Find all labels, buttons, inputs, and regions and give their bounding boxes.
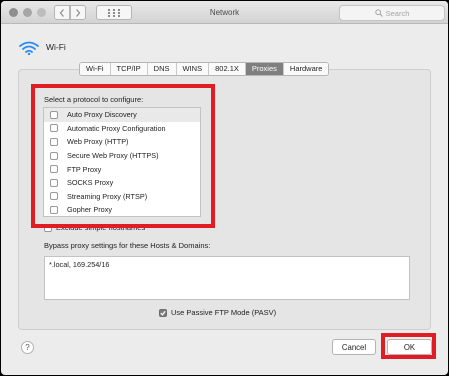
exclude-simple-hostnames-label: Exclude simple hostnames (56, 223, 146, 232)
bypass-hosts-field[interactable]: *.local, 169.254/16 (44, 256, 410, 300)
search-field[interactable]: Search (339, 5, 445, 21)
protocol-label: Streaming Proxy (RTSP) (67, 191, 148, 201)
tab-wins[interactable]: WINS (176, 63, 210, 75)
protocol-row-socks-proxy[interactable]: SOCKS Proxy (44, 176, 200, 190)
cancel-button[interactable]: Cancel (332, 339, 376, 355)
network-preferences-window: Network Search Wi-Fi Wi-Fi TCP/IP DNS WI… (1, 1, 448, 375)
protocol-checkbox[interactable] (50, 192, 58, 201)
exclude-simple-hostnames-checkbox[interactable] (44, 223, 52, 232)
protocol-row-web-proxy[interactable]: Web Proxy (HTTP) (44, 135, 200, 149)
protocol-row-streaming-proxy[interactable]: Streaming Proxy (RTSP) (44, 190, 200, 204)
bypass-label: Bypass proxy settings for these Hosts & … (44, 241, 211, 250)
tab-tcpip[interactable]: TCP/IP (110, 63, 148, 75)
protocol-label: SOCKS Proxy (67, 178, 114, 188)
tab-bar: Wi-Fi TCP/IP DNS WINS 802.1X Proxies Har… (79, 62, 330, 76)
ok-button[interactable]: OK (387, 339, 432, 355)
protocol-checkbox[interactable] (50, 137, 58, 146)
protocol-list-title: Select a protocol to configure: (44, 95, 144, 104)
tab-proxies[interactable]: Proxies (245, 63, 284, 75)
passive-ftp-option[interactable]: Use Passive FTP Mode (PASV) (159, 308, 276, 317)
wifi-icon (19, 41, 39, 55)
protocol-label: FTP Proxy (67, 164, 102, 174)
search-icon (374, 9, 383, 17)
protocol-checkbox[interactable] (50, 151, 58, 160)
protocol-checkbox[interactable] (50, 165, 58, 174)
tab-hardware[interactable]: Hardware (283, 63, 329, 75)
protocol-row-ftp-proxy[interactable]: FTP Proxy (44, 162, 200, 176)
protocol-list: Auto Proxy Discovery Automatic Proxy Con… (43, 107, 201, 217)
tab-dns[interactable]: DNS (147, 63, 177, 75)
interface-name: Wi-Fi (46, 42, 66, 52)
help-button[interactable]: ? (21, 341, 34, 354)
checkmark-icon (160, 310, 166, 316)
protocol-row-secure-web-proxy[interactable]: Secure Web Proxy (HTTPS) (44, 149, 200, 163)
protocol-row-automatic-proxy-configuration[interactable]: Automatic Proxy Configuration (44, 122, 200, 136)
title-bar: Network Search (1, 1, 448, 24)
protocol-label: Secure Web Proxy (HTTPS) (67, 151, 159, 161)
protocol-label: Gopher Proxy (67, 205, 113, 215)
protocol-checkbox[interactable] (50, 205, 58, 214)
protocol-label: Automatic Proxy Configuration (67, 123, 166, 133)
search-placeholder: Search (385, 8, 410, 18)
protocol-row-auto-proxy-discovery[interactable]: Auto Proxy Discovery (44, 108, 200, 122)
protocol-checkbox[interactable] (50, 124, 58, 133)
tab-wifi[interactable]: Wi-Fi (80, 63, 111, 75)
protocol-label: Web Proxy (HTTP) (67, 137, 129, 147)
passive-ftp-label: Use Passive FTP Mode (PASV) (171, 308, 277, 317)
exclude-simple-hostnames[interactable]: Exclude simple hostnames (44, 223, 145, 232)
tab-8021x[interactable]: 802.1X (209, 63, 246, 75)
protocol-checkbox[interactable] (50, 110, 58, 119)
protocol-row-gopher-proxy[interactable]: Gopher Proxy (44, 203, 200, 217)
passive-ftp-checkbox[interactable] (159, 308, 167, 317)
protocol-label: Auto Proxy Discovery (67, 110, 137, 120)
protocol-checkbox[interactable] (50, 178, 58, 187)
